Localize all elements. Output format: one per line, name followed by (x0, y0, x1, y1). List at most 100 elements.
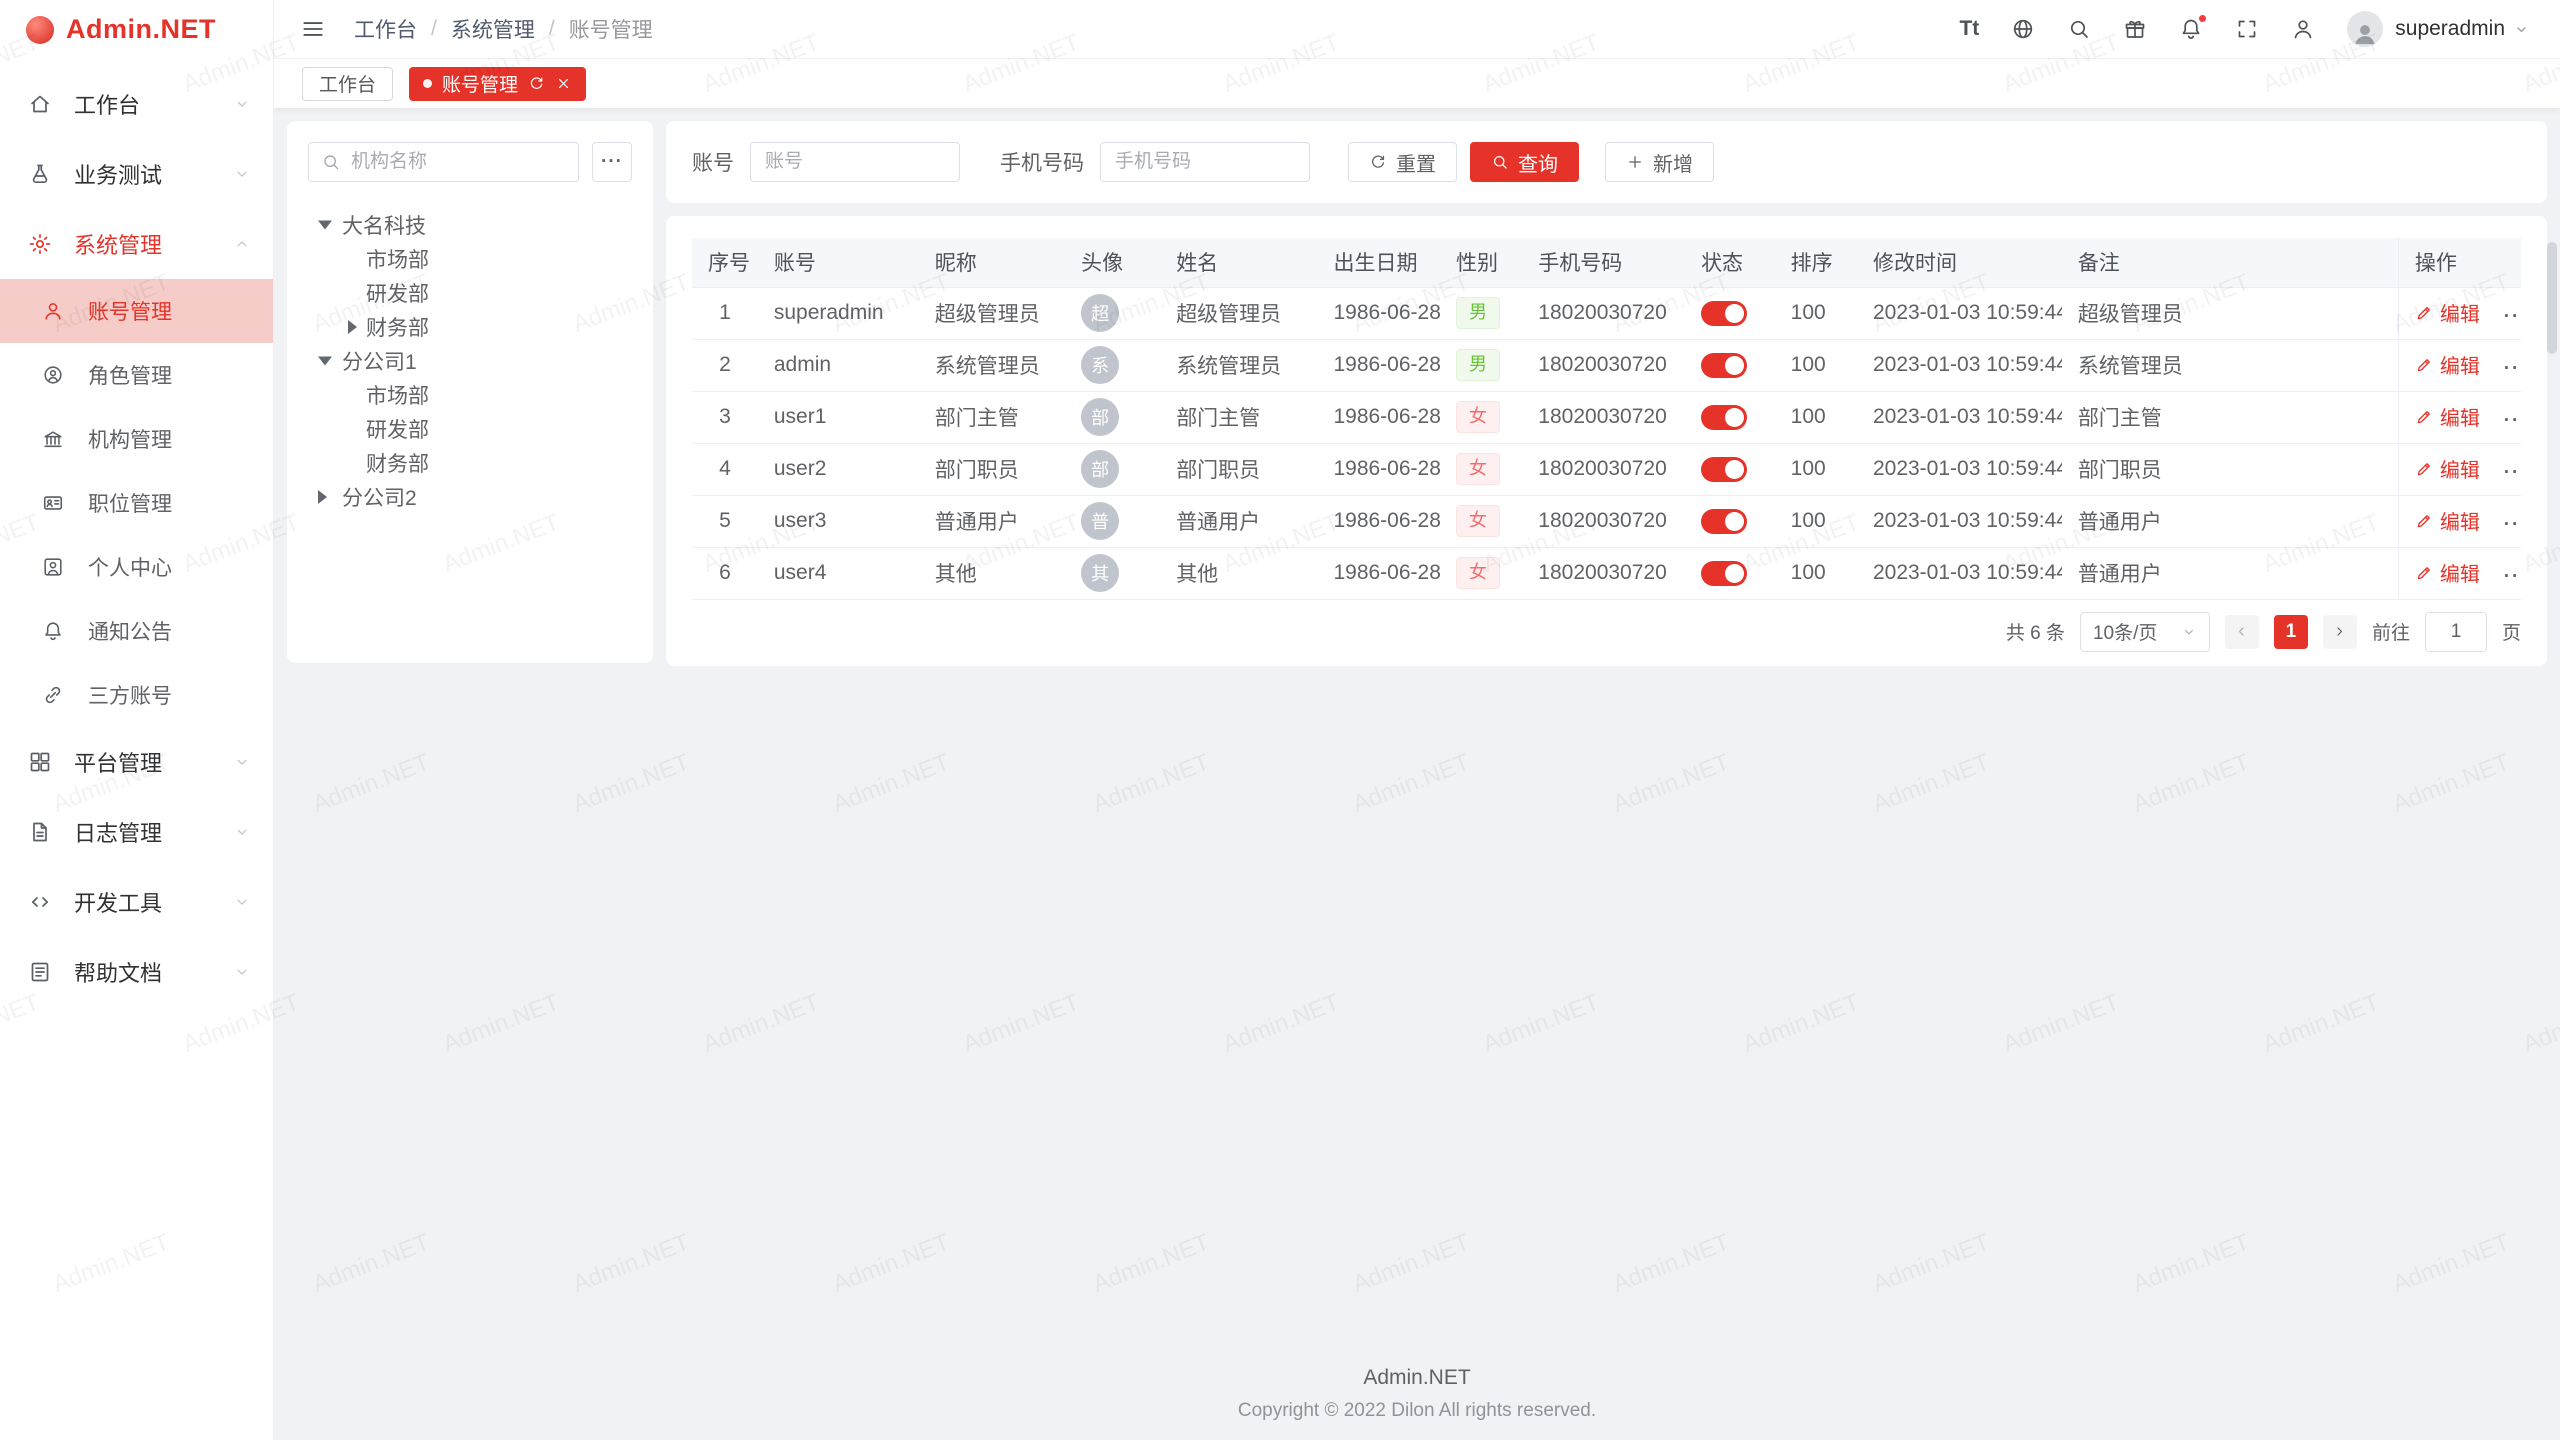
add-button[interactable]: 新增 (1605, 142, 1714, 182)
tree-node-dept[interactable]: 财务部 (308, 310, 632, 344)
sidebar-item-workbench[interactable]: 工作台 (0, 69, 273, 139)
sidebar-item-role-management[interactable]: 角色管理 (0, 343, 273, 407)
tab-close-icon[interactable] (555, 75, 572, 92)
user-avatar[interactable] (2347, 11, 2383, 47)
status-toggle[interactable] (1701, 353, 1747, 378)
sidebar-item-system-management[interactable]: 系统管理 (0, 209, 273, 279)
row-more-button[interactable]: ··· (2504, 462, 2521, 483)
tab-refresh-icon[interactable] (528, 75, 545, 92)
menu-collapse-icon[interactable] (300, 16, 326, 42)
fullscreen-icon[interactable] (2235, 17, 2259, 41)
goto-page-input[interactable] (2425, 612, 2487, 652)
column-header: 序号 (692, 238, 758, 287)
tab-active-dot (423, 79, 432, 88)
sidebar-item-account-management[interactable]: 账号管理 (0, 279, 273, 343)
reset-button[interactable]: 重置 (1348, 142, 1457, 182)
tree-more-button[interactable]: ··· (592, 142, 632, 182)
tree-node-company[interactable]: 大名科技 (308, 208, 632, 242)
cell-order: 100 (1775, 443, 1857, 495)
tab-account-management[interactable]: 账号管理 (409, 67, 586, 101)
prev-page-button[interactable] (2225, 615, 2259, 649)
row-more-button[interactable]: ··· (2504, 306, 2521, 327)
gift-icon[interactable] (2123, 17, 2147, 41)
cell-nickname: 超级管理员 (919, 287, 1065, 339)
edit-button[interactable]: 编辑 (2415, 402, 2480, 431)
page-number-button[interactable]: 1 (2274, 615, 2308, 649)
tab-workbench[interactable]: 工作台 (302, 67, 393, 101)
next-page-button[interactable] (2323, 615, 2357, 649)
column-header: 姓名 (1160, 238, 1317, 287)
org-tree: 大名科技 市场部 研发部 财务部 分公司1 市场部 研发部 (308, 208, 632, 514)
tree-node-dept[interactable]: 市场部 (308, 378, 632, 412)
link-icon (42, 684, 64, 706)
row-more-button[interactable]: ··· (2504, 410, 2521, 431)
status-toggle[interactable] (1701, 561, 1747, 586)
sidebar-item-dev-tools[interactable]: 开发工具 (0, 867, 273, 937)
page-size-select[interactable]: 10条/页 (2080, 612, 2210, 652)
sidebar-item-third-party-account[interactable]: 三方账号 (0, 663, 273, 727)
edit-button[interactable]: 编辑 (2415, 454, 2480, 483)
sidebar-item-notice-announcement[interactable]: 通知公告 (0, 599, 273, 663)
cell-account: user3 (758, 495, 919, 547)
home-icon (28, 92, 52, 116)
tree-node-branch2[interactable]: 分公司2 (308, 480, 632, 514)
sidebar-item-label: 角色管理 (88, 360, 172, 390)
breadcrumb-item[interactable]: 工作台 (354, 14, 417, 44)
cell-name: 其他 (1160, 547, 1317, 599)
account-filter-input[interactable] (750, 142, 960, 182)
gender-badge: 女 (1456, 557, 1500, 589)
table-row: 2 admin 系统管理员 系 系统管理员 1986-06-28 男 18020… (692, 339, 2521, 391)
row-more-button[interactable]: ··· (2504, 566, 2521, 587)
status-toggle[interactable] (1701, 457, 1747, 482)
sidebar-item-position-management[interactable]: 职位管理 (0, 471, 273, 535)
edit-button[interactable]: 编辑 (2415, 298, 2480, 327)
status-toggle[interactable] (1701, 301, 1747, 326)
search-icon[interactable] (2067, 17, 2091, 41)
sidebar-item-log-management[interactable]: 日志管理 (0, 797, 273, 867)
tree-node-label: 分公司1 (342, 346, 417, 376)
sidebar-item-label: 个人中心 (88, 552, 172, 582)
edit-button[interactable]: 编辑 (2415, 350, 2480, 379)
user-profile-icon[interactable] (2291, 17, 2315, 41)
language-globe-icon[interactable] (2011, 17, 2035, 41)
tree-node-dept[interactable]: 财务部 (308, 446, 632, 480)
edit-button[interactable]: 编辑 (2415, 506, 2480, 535)
user-menu-chevron-icon[interactable] (2513, 21, 2530, 38)
edit-button[interactable]: 编辑 (2415, 558, 2480, 587)
sidebar-item-platform-management[interactable]: 平台管理 (0, 727, 273, 797)
cell-gender: 男 (1440, 287, 1522, 339)
column-header: 昵称 (919, 238, 1065, 287)
sidebar-item-business-test[interactable]: 业务测试 (0, 139, 273, 209)
column-header: 账号 (758, 238, 919, 287)
status-toggle[interactable] (1701, 405, 1747, 430)
caret-down-icon[interactable] (318, 357, 332, 366)
org-search-input[interactable] (351, 151, 566, 173)
status-toggle[interactable] (1701, 509, 1747, 534)
tree-node-dept[interactable]: 研发部 (308, 276, 632, 310)
sidebar-item-personal-center[interactable]: 个人中心 (0, 535, 273, 599)
tree-node-dept[interactable]: 研发部 (308, 412, 632, 446)
tree-node-dept[interactable]: 市场部 (308, 242, 632, 276)
row-more-button[interactable]: ··· (2504, 358, 2521, 379)
role-icon (42, 364, 64, 386)
reset-button-label: 重置 (1396, 148, 1436, 177)
tree-node-branch1[interactable]: 分公司1 (308, 344, 632, 378)
sidebar-item-org-management[interactable]: 机构管理 (0, 407, 273, 471)
cell-phone: 18020030720 (1522, 495, 1685, 547)
sidebar-menu: 工作台 业务测试 系统管理 账号管理 角色管理 机构管理 (0, 59, 273, 1007)
search-button[interactable]: 查询 (1470, 142, 1579, 182)
row-more-button[interactable]: ··· (2504, 514, 2521, 535)
username[interactable]: superadmin (2395, 17, 2505, 41)
phone-filter-input[interactable] (1100, 142, 1310, 182)
column-header: 操作 (2398, 238, 2521, 287)
caret-right-icon[interactable] (318, 490, 327, 504)
column-header: 出生日期 (1317, 238, 1440, 287)
caret-right-icon[interactable] (348, 320, 357, 334)
caret-down-icon[interactable] (318, 221, 332, 230)
page-scrollbar-thumb[interactable] (2547, 242, 2557, 354)
tab-label: 工作台 (319, 70, 376, 97)
font-size-icon[interactable]: Tt (1959, 17, 1979, 41)
breadcrumb-item[interactable]: 系统管理 (451, 14, 535, 44)
sidebar-item-help-docs[interactable]: 帮助文档 (0, 937, 273, 1007)
notification-bell-icon[interactable] (2179, 17, 2203, 41)
